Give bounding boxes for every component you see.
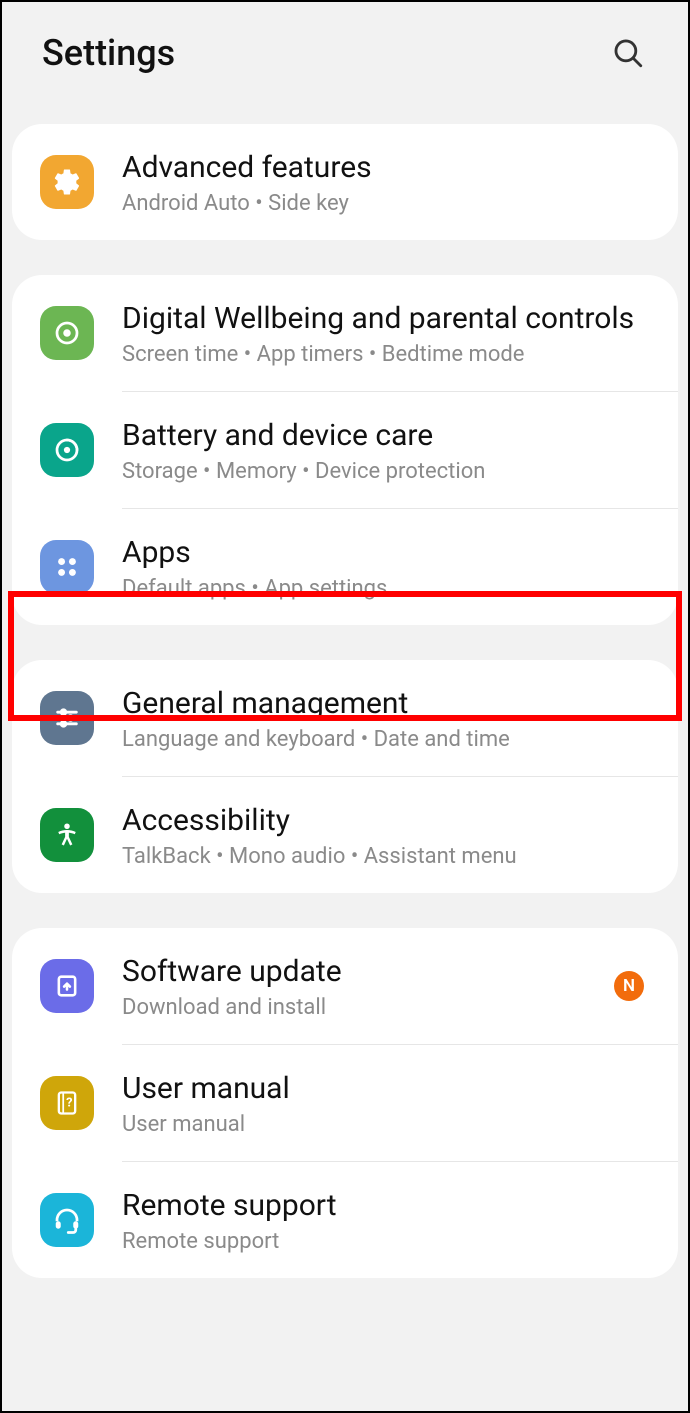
row-text: Battery and device care Storage • Memory… [122,416,650,484]
row-title: Digital Wellbeing and parental controls [122,299,650,338]
sliders-icon [40,691,94,745]
search-icon [611,36,645,70]
accessibility-icon [40,808,94,862]
page-title: Settings [42,32,175,74]
row-title: Apps [122,533,650,572]
row-subtitle: TalkBack • Mono audio • Assistant menu [122,844,650,869]
row-title: Accessibility [122,801,650,840]
row-subtitle: Default apps • App settings [122,576,650,601]
row-text: Digital Wellbeing and parental controls … [122,299,650,367]
settings-item-accessibility[interactable]: Accessibility TalkBack • Mono audio • As… [12,777,678,893]
row-text: General management Language and keyboard… [122,684,650,752]
manual-icon: ? [40,1076,94,1130]
settings-item-user-manual[interactable]: ? User manual User manual [12,1045,678,1161]
notification-badge: N [614,971,644,1001]
settings-group: Digital Wellbeing and parental controls … [12,275,678,625]
settings-item-battery-device-care[interactable]: Battery and device care Storage • Memory… [12,392,678,508]
row-subtitle: Download and install [122,995,614,1020]
row-subtitle: Storage • Memory • Device protection [122,459,650,484]
search-button[interactable] [608,33,648,73]
device-care-icon [40,423,94,477]
wellbeing-icon [40,306,94,360]
settings-item-remote-support[interactable]: Remote support Remote support [12,1162,678,1278]
svg-text:?: ? [66,1096,72,1111]
settings-group: Software update Download and install N ?… [12,928,678,1278]
row-title: Remote support [122,1186,650,1225]
row-subtitle: User manual [122,1112,650,1137]
settings-item-general-management[interactable]: General management Language and keyboard… [12,660,678,776]
row-text: Apps Default apps • App settings [122,533,650,601]
row-title: General management [122,684,650,723]
row-text: Software update Download and install [122,952,614,1020]
row-title: Advanced features [122,148,650,187]
row-text: Advanced features Android Auto • Side ke… [122,148,650,216]
settings-item-apps[interactable]: Apps Default apps • App settings [12,509,678,625]
row-text: Accessibility TalkBack • Mono audio • As… [122,801,650,869]
row-subtitle: Android Auto • Side key [122,191,650,216]
settings-item-software-update[interactable]: Software update Download and install N [12,928,678,1044]
row-title: Software update [122,952,614,991]
row-subtitle: Remote support [122,1229,650,1254]
row-text: User manual User manual [122,1069,650,1137]
row-text: Remote support Remote support [122,1186,650,1254]
row-title: Battery and device care [122,416,650,455]
row-subtitle: Screen time • App timers • Bedtime mode [122,342,650,367]
gear-plus-icon [40,155,94,209]
settings-item-digital-wellbeing[interactable]: Digital Wellbeing and parental controls … [12,275,678,391]
settings-item-advanced-features[interactable]: Advanced features Android Auto • Side ke… [12,124,678,240]
row-title: User manual [122,1069,650,1108]
row-subtitle: Language and keyboard • Date and time [122,727,650,752]
headset-icon [40,1193,94,1247]
update-icon [40,959,94,1013]
settings-header: Settings [2,2,688,124]
apps-icon [40,540,94,594]
settings-group: General management Language and keyboard… [12,660,678,893]
settings-group: Advanced features Android Auto • Side ke… [12,124,678,240]
